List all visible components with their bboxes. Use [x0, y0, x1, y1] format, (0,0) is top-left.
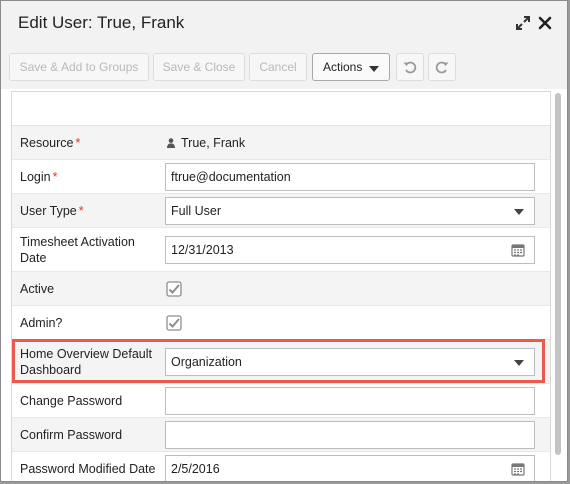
- timesheet-activation-label: Timesheet Activation Date: [20, 234, 135, 265]
- active-checkbox[interactable]: [166, 280, 182, 297]
- user-form: Resource * True, Frank Login * ftrue@docum…: [11, 91, 551, 481]
- change-password-label: Change Password: [20, 393, 123, 408]
- password-modified-row: Password Modified Date 2/5/2016: [12, 452, 550, 481]
- password-modified-label: Password Modified Date: [20, 461, 156, 476]
- resource-value: True, Frank: [167, 136, 245, 150]
- chevron-down-icon: [514, 360, 524, 366]
- actions-menu-button[interactable]: Actions: [312, 53, 390, 81]
- cancel-button[interactable]: Cancel: [249, 53, 307, 81]
- redo-icon: [435, 61, 449, 74]
- edit-user-dialog: Edit User: True, Frank Save & Add to Gro…: [0, 0, 568, 482]
- undo-icon: [403, 61, 417, 74]
- redo-button[interactable]: [428, 53, 456, 81]
- timesheet-activation-date-value: 12/31/2013: [171, 243, 234, 257]
- confirm-password-input[interactable]: [165, 421, 535, 449]
- change-password-row: Change Password: [12, 384, 550, 418]
- admin-row: Admin?: [12, 306, 550, 340]
- active-row: Active: [12, 272, 550, 306]
- timesheet-activation-row: Timesheet Activation Date 12/31/2013: [12, 228, 550, 272]
- close-icon[interactable]: [536, 14, 554, 32]
- resource-label: Resource *: [20, 135, 81, 150]
- resource-row: Resource * True, Frank: [12, 126, 550, 160]
- timesheet-activation-date-input[interactable]: 12/31/2013: [165, 236, 535, 264]
- home-dashboard-row: Home Overview Default Dashboard Organiza…: [12, 340, 550, 384]
- save-add-to-groups-button[interactable]: Save & Add to Groups: [9, 53, 149, 81]
- user-type-label: User Type *: [20, 203, 84, 218]
- toolbar: Save & Add to Groups Save & Close Cancel…: [1, 45, 567, 89]
- password-modified-date-input[interactable]: 2/5/2016: [165, 455, 535, 481]
- undo-button[interactable]: [396, 53, 424, 81]
- change-password-input[interactable]: [165, 387, 535, 415]
- admin-label: Admin?: [20, 315, 63, 330]
- chevron-down-icon: [369, 66, 379, 72]
- user-type-select[interactable]: Full User: [165, 197, 535, 225]
- required-marker: *: [52, 169, 58, 184]
- calendar-icon[interactable]: [511, 243, 525, 257]
- actions-label: Actions: [323, 60, 363, 74]
- dialog-title: Edit User: True, Frank: [18, 13, 185, 32]
- scrollbar-thumb[interactable]: [555, 93, 561, 455]
- login-row: Login * ftrue@documentation: [12, 160, 550, 194]
- user-type-row: User Type * Full User: [12, 194, 550, 228]
- active-label: Active: [20, 281, 55, 296]
- confirm-password-row: Confirm Password: [12, 418, 550, 452]
- person-icon: [167, 137, 175, 148]
- scrollbar[interactable]: [553, 91, 563, 481]
- calendar-icon[interactable]: [511, 462, 525, 476]
- required-marker: *: [75, 135, 81, 150]
- form-top-spacer: [12, 92, 550, 126]
- admin-checkbox[interactable]: [166, 314, 182, 331]
- dialog-title-bar: Edit User: True, Frank: [1, 1, 567, 46]
- password-modified-date-value: 2/5/2016: [171, 462, 220, 476]
- chevron-down-icon: [514, 209, 524, 215]
- home-dashboard-select[interactable]: Organization: [165, 348, 535, 376]
- required-marker: *: [78, 203, 84, 218]
- save-close-button[interactable]: Save & Close: [153, 53, 245, 81]
- home-dashboard-label: Home Overview Default Dashboard: [20, 346, 152, 377]
- expand-icon[interactable]: [514, 14, 532, 32]
- login-label: Login *: [20, 169, 58, 184]
- user-type-value: Full User: [171, 204, 222, 218]
- confirm-password-label: Confirm Password: [20, 427, 123, 442]
- login-input[interactable]: ftrue@documentation: [165, 163, 535, 191]
- home-dashboard-value: Organization: [171, 355, 242, 369]
